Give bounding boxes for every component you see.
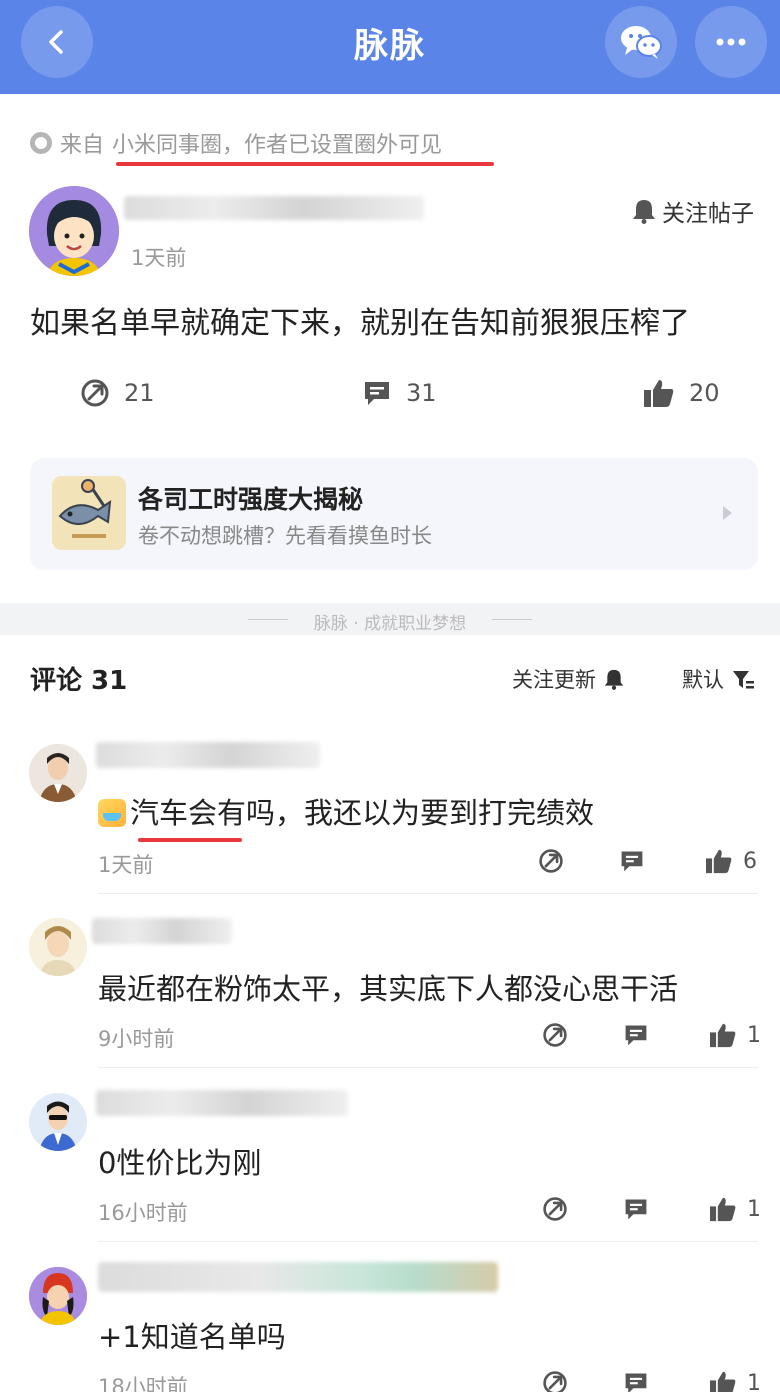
comment-time: 1天前 [98, 853, 154, 877]
comment-icon [625, 1199, 647, 1220]
cartoon-avatar-icon [29, 1267, 87, 1325]
slogan-band: 脉脉 · 成就职业梦想 [0, 603, 780, 635]
wechat-share-button[interactable] [605, 6, 677, 78]
red-underline-annotation [138, 838, 242, 842]
follow-post-label: 关注帖子 [662, 201, 754, 227]
comment-text: +1知道名单吗 [98, 1320, 286, 1354]
wechat-icon [621, 26, 662, 59]
comments-title: 评论 31 [30, 666, 128, 696]
commenter-name-blurred[interactable] [96, 1090, 348, 1116]
commenter-name-blurred[interactable] [98, 1262, 498, 1292]
man-avatar-icon [29, 744, 87, 802]
comment-icon [625, 1373, 647, 1392]
reply-share-button[interactable] [542, 1022, 568, 1052]
thumbs-up-icon [710, 1197, 736, 1222]
commenter-avatar[interactable] [29, 1093, 87, 1151]
share-count: 21 [124, 379, 155, 407]
post-time: 1天前 [131, 246, 187, 270]
slogan-text: 脉脉 · 成就职业梦想 [313, 614, 467, 634]
divider [98, 1067, 758, 1068]
sort-button[interactable]: 默认 [682, 664, 754, 694]
comment-like-button[interactable]: 1 [709, 1370, 761, 1392]
comment-time: 18小时前 [98, 1375, 188, 1392]
filter-icon [733, 671, 754, 689]
thumbs-up-icon [710, 1023, 736, 1048]
promo-card[interactable]: 各司工时强度大揭秘 卷不动想跳槽？先看看摸鱼时长 [30, 458, 758, 570]
comment-like-count: 1 [747, 1196, 761, 1222]
reply-share-button[interactable] [542, 1196, 568, 1226]
comment-icon [621, 851, 643, 872]
share-icon [543, 1197, 567, 1221]
follow-post-button[interactable]: 关注帖子 [632, 194, 754, 228]
comment-like-count: 1 [747, 1022, 761, 1048]
comment-like-button[interactable]: 6 [705, 848, 757, 874]
source-prefix: 来自 [60, 133, 105, 158]
share-icon [543, 1371, 567, 1392]
bell-icon [604, 669, 624, 690]
man-avatar-icon [29, 918, 87, 976]
comment-text: 最近都在粉饰太平，其实底下人都没心思干活 [98, 972, 679, 1006]
reply-button[interactable] [619, 848, 645, 878]
red-underline-annotation [116, 162, 494, 166]
comment-like-count: 1 [747, 1370, 761, 1392]
comment-time: 9小时前 [98, 1027, 175, 1051]
follow-updates-label: 关注更新 [512, 668, 596, 692]
comment-like-count: 6 [743, 848, 757, 874]
sort-label: 默认 [682, 668, 724, 692]
thumbs-up-icon [706, 849, 732, 874]
comment-text: 0性价比为刚 [98, 1146, 262, 1180]
author-name-blurred[interactable] [124, 196, 424, 220]
author-avatar[interactable] [29, 186, 119, 276]
comment-body: 汽车会有吗，我还以为要到打完绩效 [130, 796, 595, 830]
reply-share-button[interactable] [542, 1370, 568, 1392]
cartoon-avatar-icon [29, 186, 119, 276]
emoji-icon [98, 799, 126, 827]
reply-button[interactable] [623, 1022, 649, 1052]
play-arrow-icon [723, 506, 732, 520]
share-button[interactable]: 21 [80, 378, 155, 408]
share-icon [543, 1023, 567, 1047]
reply-button[interactable] [623, 1196, 649, 1226]
divider [98, 1241, 758, 1242]
comment-like-button[interactable]: 1 [709, 1022, 761, 1048]
fish-illustration-icon [52, 476, 126, 550]
commenter-avatar[interactable] [29, 1267, 87, 1325]
comment-time: 16小时前 [98, 1201, 188, 1225]
top-bar: 脉脉 [0, 0, 780, 94]
follow-updates-button[interactable]: 关注更新 [512, 664, 624, 694]
promo-title: 各司工时强度大揭秘 [138, 485, 364, 514]
share-icon [81, 379, 109, 407]
post-content: 如果名单早就确定下来，就别在告知前狠狠压榨了 [30, 306, 690, 341]
bell-icon [633, 200, 655, 224]
commenter-avatar[interactable] [29, 744, 87, 802]
more-button[interactable] [695, 6, 767, 78]
reply-share-button[interactable] [538, 848, 564, 878]
thumbs-up-icon [644, 380, 674, 407]
circle-icon [30, 132, 52, 154]
commenter-name-blurred[interactable] [92, 918, 232, 944]
thumbs-up-icon [710, 1371, 736, 1392]
comment-text: 汽车会有吗，我还以为要到打完绩效 [98, 790, 594, 832]
commenter-avatar[interactable] [29, 918, 87, 976]
source-text: 小米同事圈，作者已设置圈外可见 [112, 133, 443, 158]
divider [98, 893, 758, 894]
comment-icon [625, 1025, 647, 1046]
comment-icon [365, 382, 389, 405]
promo-subtitle: 卷不动想跳槽？先看看摸鱼时长 [138, 524, 432, 548]
more-dots-icon [716, 38, 746, 46]
divider [492, 619, 532, 620]
comment-count: 31 [406, 379, 437, 407]
comment-like-button[interactable]: 1 [709, 1196, 761, 1222]
post-source[interactable]: 来自 小米同事圈，作者已设置圈外可见 [30, 126, 442, 160]
like-button[interactable]: 20 [643, 378, 720, 408]
like-count: 20 [689, 379, 720, 407]
commenter-name-blurred[interactable] [96, 742, 320, 768]
man-avatar-icon [29, 1093, 87, 1151]
share-icon [539, 849, 563, 873]
reply-button[interactable] [623, 1370, 649, 1392]
comment-button[interactable]: 31 [362, 378, 437, 408]
